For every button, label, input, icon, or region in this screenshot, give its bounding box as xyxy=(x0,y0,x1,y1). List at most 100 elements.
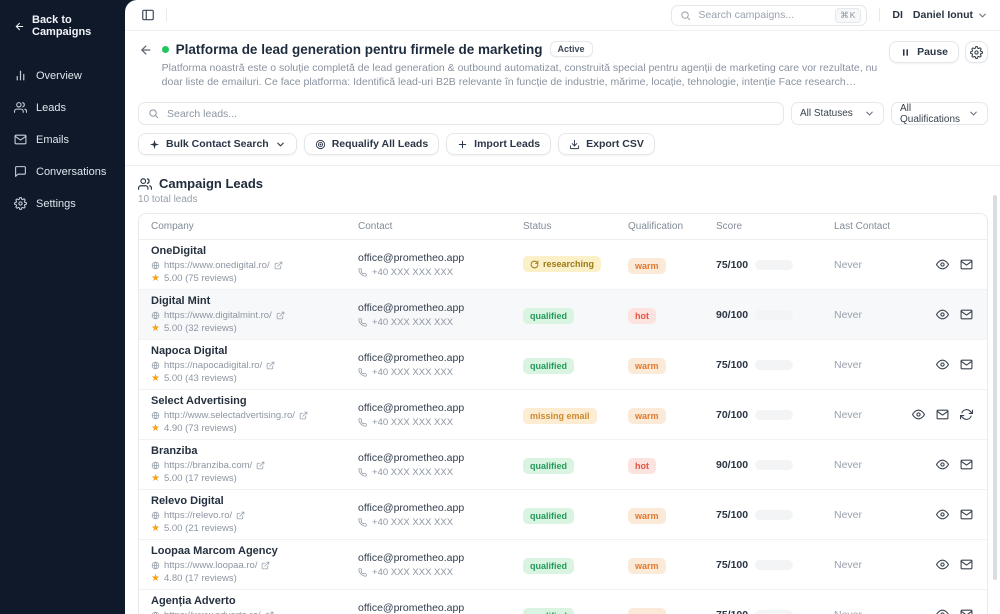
download-icon xyxy=(569,139,580,150)
spinner-icon xyxy=(530,260,539,269)
back-arrow-button[interactable] xyxy=(139,43,153,57)
main-panel: ⌘K DI Daniel Ionut Platforma de lead gen… xyxy=(125,0,1000,614)
view-lead-icon[interactable] xyxy=(936,508,949,521)
email-lead-icon[interactable] xyxy=(960,358,973,371)
phone-icon xyxy=(358,368,367,377)
email-lead-icon[interactable] xyxy=(960,258,973,271)
user-menu[interactable]: Daniel Ionut xyxy=(913,9,988,21)
export-csv-button[interactable]: Export CSV xyxy=(558,133,655,155)
mail-icon xyxy=(14,133,27,146)
pause-label: Pause xyxy=(917,46,948,58)
external-link-icon[interactable] xyxy=(276,311,285,320)
phone-icon xyxy=(358,418,367,427)
leads-section-title: Campaign Leads xyxy=(159,176,263,191)
company-url[interactable]: https://napocadigital.ro/ xyxy=(164,360,262,371)
company-rating: 5.00 (21 reviews) xyxy=(164,523,237,534)
view-lead-icon[interactable] xyxy=(936,308,949,321)
last-contact: Never xyxy=(822,609,912,614)
email-lead-icon[interactable] xyxy=(960,308,973,321)
campaign-settings-button[interactable] xyxy=(965,41,988,63)
email-lead-icon[interactable] xyxy=(960,558,973,571)
company-name: Digital Mint xyxy=(151,295,346,308)
email-lead-icon[interactable] xyxy=(936,408,949,421)
external-link-icon[interactable] xyxy=(266,361,275,370)
contact-phone: +40 XXX XXX XXX xyxy=(372,367,453,378)
external-link-icon[interactable] xyxy=(261,561,270,570)
filters-row: All Statuses All Qualifications xyxy=(125,95,1000,125)
view-lead-icon[interactable] xyxy=(936,558,949,571)
company-url[interactable]: https://relevo.ro/ xyxy=(164,510,232,521)
company-url[interactable]: http://www.selectadvertising.ro/ xyxy=(164,410,295,421)
score-bar xyxy=(755,310,793,320)
qualification-badge: warm xyxy=(628,358,666,374)
external-link-icon[interactable] xyxy=(299,411,308,420)
refresh-lead-icon[interactable] xyxy=(960,408,973,421)
back-to-campaigns-link[interactable]: Back to Campaigns xyxy=(12,10,113,42)
requalify-all-leads-button[interactable]: Requalify All Leads xyxy=(304,133,439,155)
pause-button[interactable]: Pause xyxy=(889,41,959,63)
leads-search[interactable] xyxy=(138,102,784,125)
vertical-scrollbar[interactable] xyxy=(993,195,997,580)
table-row[interactable]: OneDigital https://www.onedigital.ro/ ★5… xyxy=(139,240,987,290)
sidebar-item-label: Leads xyxy=(36,102,66,114)
campaign-search[interactable]: ⌘K xyxy=(671,5,867,26)
leads-search-input[interactable] xyxy=(167,108,774,120)
sidebar-item-settings[interactable]: Settings xyxy=(12,192,113,215)
qualification-filter-value: All Qualifications xyxy=(900,103,960,125)
score-bar xyxy=(755,260,793,270)
qualification-badge: hot xyxy=(628,458,656,474)
qualification-badge: warm xyxy=(628,408,666,424)
table-row[interactable]: Branziba https://branziba.com/ ★5.00 (17… xyxy=(139,440,987,490)
company-url[interactable]: https://www.adverto.ro/ xyxy=(164,610,261,614)
email-lead-icon[interactable] xyxy=(960,608,973,614)
score-bar xyxy=(755,560,793,570)
external-link-icon[interactable] xyxy=(236,511,245,520)
last-contact: Never xyxy=(822,259,912,271)
arrow-left-icon xyxy=(14,21,25,32)
email-lead-icon[interactable] xyxy=(960,458,973,471)
sidebar-item-emails[interactable]: Emails xyxy=(12,128,113,151)
company-name: Select Advertising xyxy=(151,395,346,408)
sidebar-item-overview[interactable]: Overview xyxy=(12,64,113,87)
table-row[interactable]: Loopaa Marcom Agency https://www.loopaa.… xyxy=(139,540,987,590)
users-icon xyxy=(138,177,152,191)
bulk-contact-search-label: Bulk Contact Search xyxy=(166,138,269,150)
company-url[interactable]: https://www.onedigital.ro/ xyxy=(164,260,270,271)
qualification-badge: warm xyxy=(628,558,666,574)
company-url[interactable]: https://www.digitalmint.ro/ xyxy=(164,310,272,321)
external-link-icon[interactable] xyxy=(274,261,283,270)
table-row[interactable]: Digital Mint https://www.digitalmint.ro/… xyxy=(139,290,987,340)
contact-phone: +40 XXX XXX XXX xyxy=(372,317,453,328)
sidebar-item-conversations[interactable]: Conversations xyxy=(12,160,113,183)
column-header-score: Score xyxy=(704,221,822,232)
bar-chart-icon xyxy=(14,69,27,82)
table-row[interactable]: Select Advertising http://www.selectadve… xyxy=(139,390,987,440)
last-contact: Never xyxy=(822,559,912,571)
company-url[interactable]: https://www.loopaa.ro/ xyxy=(164,560,257,571)
contact-phone: +40 XXX XXX XXX xyxy=(372,267,453,278)
sidebar-item-label: Conversations xyxy=(36,166,106,178)
view-lead-icon[interactable] xyxy=(936,458,949,471)
import-leads-button[interactable]: Import Leads xyxy=(446,133,551,155)
table-row[interactable]: Relevo Digital https://relevo.ro/ ★5.00 … xyxy=(139,490,987,540)
external-link-icon[interactable] xyxy=(256,461,265,470)
qualification-badge: warm xyxy=(628,508,666,524)
status-filter-select[interactable]: All Statuses xyxy=(791,102,884,125)
view-lead-icon[interactable] xyxy=(912,408,925,421)
sidebar-toggle-button[interactable] xyxy=(138,5,158,25)
sidebar-item-leads[interactable]: Leads xyxy=(12,96,113,119)
table-row[interactable]: Napoca Digital https://napocadigital.ro/… xyxy=(139,340,987,390)
qualification-filter-select[interactable]: All Qualifications xyxy=(891,102,988,125)
score-value: 75/100 xyxy=(716,559,748,571)
table-row[interactable]: Agenția Adverto https://www.adverto.ro/ … xyxy=(139,590,987,614)
campaign-search-input[interactable] xyxy=(698,9,828,21)
email-lead-icon[interactable] xyxy=(960,508,973,521)
view-lead-icon[interactable] xyxy=(936,358,949,371)
status-badge: qualified xyxy=(523,358,574,374)
bulk-contact-search-button[interactable]: Bulk Contact Search xyxy=(138,133,297,155)
view-lead-icon[interactable] xyxy=(936,608,949,614)
company-url[interactable]: https://branziba.com/ xyxy=(164,460,252,471)
score-value: 90/100 xyxy=(716,459,748,471)
view-lead-icon[interactable] xyxy=(936,258,949,271)
gear-icon xyxy=(14,197,27,210)
